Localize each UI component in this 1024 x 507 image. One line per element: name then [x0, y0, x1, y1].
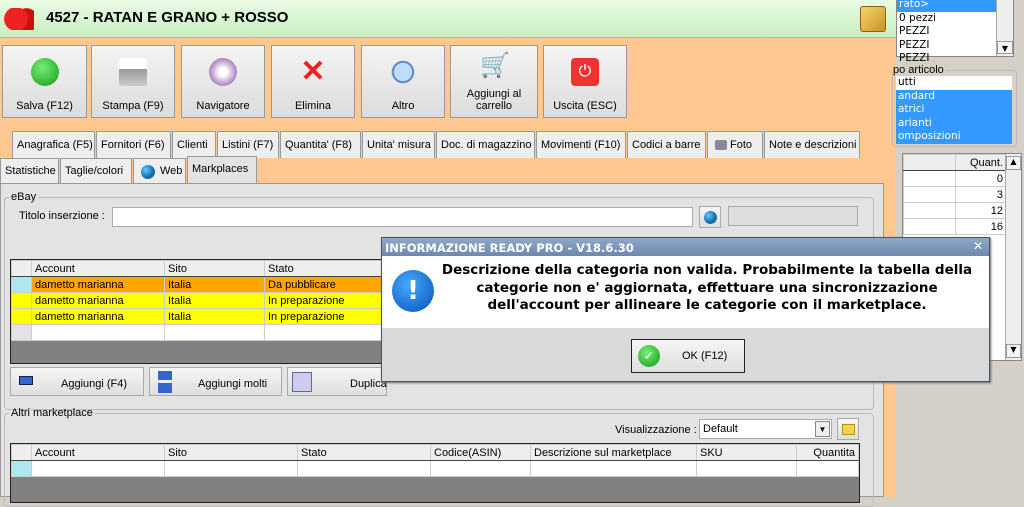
title-input[interactable] [112, 207, 693, 227]
col-stato[interactable]: Stato [264, 260, 389, 277]
tab-movimenti[interactable]: Movimenti (F10) [536, 131, 626, 158]
chevron-down-icon[interactable]: ▼ [1006, 344, 1021, 358]
globe-icon [704, 211, 717, 224]
chevron-down-icon[interactable]: ▼ [815, 421, 830, 437]
col-sito[interactable]: Sito [164, 260, 265, 277]
col-codice-asin[interactable]: Codice(ASIN) [430, 444, 531, 461]
table-row[interactable]: dametto marianna Italia In preparazione [11, 292, 389, 309]
tab-web[interactable]: Web [133, 158, 186, 183]
top-list[interactable]: rato> 0 pezzi PEZZI PEZZI PEZZI ▼ [896, 0, 1014, 64]
tab-unita-misura[interactable]: Unita' misura [362, 131, 435, 158]
save-button[interactable]: Salva (F12) [2, 45, 87, 118]
tab-statistiche[interactable]: Statistiche [0, 158, 59, 183]
check-icon: ✓ [638, 345, 660, 367]
tab-codici-barre[interactable]: Codici a barre [627, 131, 706, 158]
globe-icon [141, 165, 155, 179]
table-row[interactable]: 12 [903, 202, 1007, 219]
chevron-down-icon[interactable]: ▼ [997, 41, 1013, 54]
table-row[interactable]: 3 [903, 186, 1007, 203]
duplicate-icon [292, 372, 312, 392]
list-item[interactable]: arianti [896, 116, 1012, 130]
web-globe-button[interactable] [699, 206, 721, 228]
title-bar: 4527 - RATAN E GRANO + ROSSO [0, 0, 896, 38]
title-label: Titolo inserzione : [19, 210, 105, 222]
add-to-cart-button[interactable]: 🛒 Aggiungi al carrello [450, 45, 538, 118]
check-icon [30, 58, 59, 86]
view-label: Visualizzazione : [615, 424, 697, 436]
list-item[interactable]: atrici [896, 103, 1012, 117]
add-button[interactable]: Aggiungi (F4) [10, 367, 144, 396]
tab-doc-magazzino[interactable]: Doc. di magazzino [436, 131, 535, 158]
col-account[interactable]: Account [31, 260, 165, 277]
col-quantita[interactable]: Quantita [796, 444, 859, 461]
tipo-list[interactable]: utti andard atrici arianti omposizioni [896, 76, 1012, 144]
table-row-empty[interactable] [11, 324, 389, 341]
ok-button[interactable]: ✓ OK (F12) [631, 339, 745, 373]
delete-x-icon: ✕ [300, 55, 326, 88]
tab-quantita[interactable]: Quantita' (F8) [280, 131, 361, 158]
chevron-up-icon[interactable]: ▲ [1006, 156, 1021, 170]
table-row[interactable]: dametto marianna Italia Da pubblicare [11, 276, 389, 293]
scrollbar[interactable]: ▲ ▼ [1005, 154, 1021, 360]
navigator-button[interactable]: Navigatore [181, 45, 265, 118]
add-many-button[interactable]: Aggiungi molti [149, 367, 282, 396]
folder-icon [842, 424, 855, 435]
close-icon[interactable]: ✕ [973, 239, 983, 253]
altri-grid[interactable]: Account Sito Stato Codice(ASIN) Descrizione … [10, 443, 860, 503]
col-quant[interactable]: Quant. [955, 154, 1007, 171]
exit-button[interactable]: ⏻ Uscita (ESC) [543, 45, 627, 118]
col-stato[interactable]: Stato [297, 444, 431, 461]
col-descrizione[interactable]: Descrizione sul marketplace [530, 444, 697, 461]
other-button[interactable]: Altro [361, 45, 445, 118]
power-icon: ⏻ [571, 58, 599, 86]
col-sku[interactable]: SKU [696, 444, 797, 461]
info-exclamation-icon: ! [392, 270, 434, 312]
tab-fornitori[interactable]: Fornitori (F6) [96, 131, 171, 158]
table-row[interactable]: 16 [903, 218, 1007, 235]
folder-button[interactable] [837, 418, 859, 440]
delete-button[interactable]: ✕ Elimina [271, 45, 355, 118]
table-row[interactable]: dametto marianna Italia In preparazione [11, 308, 389, 325]
tab-anagrafica[interactable]: Anagrafica (F5) [12, 131, 95, 158]
list-item[interactable]: utti [896, 76, 1012, 90]
tab-markplaces[interactable]: Markplaces [187, 156, 257, 184]
add-icon [19, 376, 33, 385]
window-title: 4527 - RATAN E GRANO + ROSSO [46, 9, 289, 26]
duplicate-button[interactable]: Duplica [287, 367, 387, 396]
compass-icon [209, 58, 237, 86]
tab-listini[interactable]: Listini (F7) [217, 131, 279, 158]
tab-clienti[interactable]: Clienti [172, 131, 216, 158]
cart-icon: 🛒 [480, 52, 510, 79]
readonly-field [728, 206, 858, 226]
dialog-body: ! Descrizione della categoria non valida… [382, 256, 989, 328]
table-row-empty[interactable] [11, 460, 859, 477]
scrollbar[interactable]: ▼ [996, 0, 1013, 56]
info-dialog: INFORMAZIONE READY PRO - V18.6.30 ✕ ! Des… [381, 237, 990, 382]
list-item[interactable]: andard [896, 89, 1012, 103]
camera-icon [715, 140, 727, 150]
dialog-message: Descrizione della categoria non valida. … [441, 262, 973, 313]
strawberry-icon [4, 8, 34, 30]
ebay-grid[interactable]: Account Sito Stato dametto marianna Italia D… [10, 259, 390, 364]
col-sito[interactable]: Sito [164, 444, 298, 461]
magnifier-icon [389, 58, 417, 86]
printer-icon [119, 58, 147, 86]
print-button[interactable]: Stampa (F9) [91, 45, 175, 118]
dialog-title: INFORMAZIONE READY PRO - V18.6.30 ✕ [382, 238, 989, 256]
table-row[interactable]: 0 [903, 170, 1007, 187]
package-icon [860, 6, 886, 32]
tab-foto[interactable]: Foto [707, 131, 763, 158]
tab-note[interactable]: Note e descrizioni [764, 131, 860, 158]
col-account[interactable]: Account [31, 444, 165, 461]
view-select[interactable]: Default ▼ [699, 419, 832, 439]
add-many-icon [158, 371, 172, 393]
tab-taglie-colori[interactable]: Taglie/colori [60, 158, 132, 183]
list-item[interactable]: omposizioni [896, 130, 1012, 144]
